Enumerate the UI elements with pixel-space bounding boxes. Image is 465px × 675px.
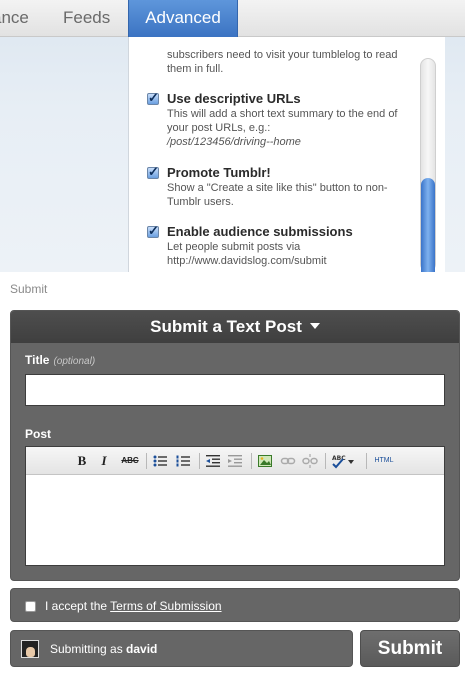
option-title: Use descriptive URLs bbox=[167, 91, 301, 106]
accept-prefix: I accept the bbox=[45, 599, 108, 613]
toolbar-separator bbox=[325, 453, 326, 469]
terms-link[interactable]: Terms of Submission bbox=[110, 599, 221, 613]
option-desc-wrap: This will add a short text summary to th… bbox=[167, 107, 412, 149]
audience-submissions-checkbox[interactable] bbox=[147, 223, 159, 239]
submitting-as-prefix: Submitting as bbox=[50, 642, 123, 656]
submitting-as-row: Submitting as david bbox=[10, 630, 353, 667]
option-title: Promote Tumblr! bbox=[167, 165, 271, 180]
settings-screenshot: ance Feeds Advanced subscribers need to … bbox=[0, 0, 465, 272]
html-button[interactable]: HTML bbox=[371, 453, 397, 469]
indent-icon[interactable] bbox=[227, 453, 243, 469]
option-desc-wrap: Show a "Create a site like this" button … bbox=[167, 181, 412, 209]
toolbar-separator bbox=[251, 453, 252, 469]
spellcheck-icon[interactable]: ABC bbox=[331, 453, 355, 469]
bold-button[interactable]: B bbox=[76, 453, 88, 469]
tab-appearance[interactable]: ance bbox=[0, 0, 29, 37]
svg-text:ABC: ABC bbox=[332, 455, 346, 462]
option-desc: Show a "Create a site like this" button … bbox=[167, 182, 388, 208]
title-label-text: Title bbox=[25, 353, 50, 367]
title-optional-hint: (optional) bbox=[53, 356, 96, 367]
editor-toolbar: B I ABC ABC HTML bbox=[26, 447, 444, 475]
option-desc-wrap: Let people submit posts via http://www.d… bbox=[167, 240, 412, 268]
toolbar-separator bbox=[199, 453, 200, 469]
chevron-down-icon bbox=[309, 323, 320, 329]
section-label: Submit bbox=[10, 282, 48, 296]
tab-advanced[interactable]: Advanced bbox=[128, 0, 238, 37]
option-desc: Let people submit posts via http://www.d… bbox=[167, 241, 327, 267]
username: david bbox=[126, 642, 158, 656]
promote-tumblr-checkbox[interactable] bbox=[147, 164, 159, 180]
accept-terms-checkbox[interactable] bbox=[25, 601, 36, 612]
accept-terms-text: I accept the Terms of Submission bbox=[45, 599, 222, 613]
toolbar-separator bbox=[366, 453, 367, 469]
post-body-textarea[interactable] bbox=[26, 475, 444, 565]
scrollbar-thumb[interactable] bbox=[421, 178, 435, 272]
avatar bbox=[21, 640, 39, 658]
italic-button[interactable]: I bbox=[98, 453, 110, 469]
submit-button[interactable]: Submit bbox=[360, 630, 460, 667]
strikethrough-button[interactable]: ABC bbox=[119, 453, 141, 469]
submitting-as-text: Submitting as david bbox=[50, 642, 157, 656]
outdent-icon[interactable] bbox=[205, 453, 221, 469]
post-type-label: Submit a Text Post bbox=[150, 317, 302, 336]
form-header[interactable]: Submit a Text Post bbox=[11, 311, 459, 343]
post-label: Post bbox=[25, 427, 52, 441]
settings-lead-text: subscribers need to visit your tumblelog… bbox=[167, 49, 398, 75]
option-desc: This will add a short text summary to th… bbox=[167, 108, 398, 134]
option-title: Enable audience submissions bbox=[167, 224, 353, 239]
tab-feeds[interactable]: Feeds bbox=[63, 0, 110, 37]
unlink-icon[interactable] bbox=[302, 453, 318, 469]
title-input[interactable] bbox=[25, 374, 445, 406]
tab-bar: ance Feeds Advanced bbox=[0, 0, 465, 37]
submit-form: Submit a Text Post Title (optional) Post … bbox=[10, 310, 460, 581]
post-editor: B I ABC ABC HTML bbox=[25, 446, 445, 566]
numbered-list-icon[interactable] bbox=[175, 453, 191, 469]
title-label: Title (optional) bbox=[25, 353, 95, 367]
option-example: /post/123456/driving--home bbox=[167, 136, 301, 148]
toolbar-separator bbox=[146, 453, 147, 469]
insert-image-icon[interactable] bbox=[257, 453, 273, 469]
form-title[interactable]: Submit a Text Post bbox=[11, 311, 459, 343]
descriptive-urls-checkbox[interactable] bbox=[147, 90, 159, 106]
bullet-list-icon[interactable] bbox=[152, 453, 168, 469]
terms-row: I accept the Terms of Submission bbox=[10, 588, 460, 622]
link-icon[interactable] bbox=[280, 453, 296, 469]
